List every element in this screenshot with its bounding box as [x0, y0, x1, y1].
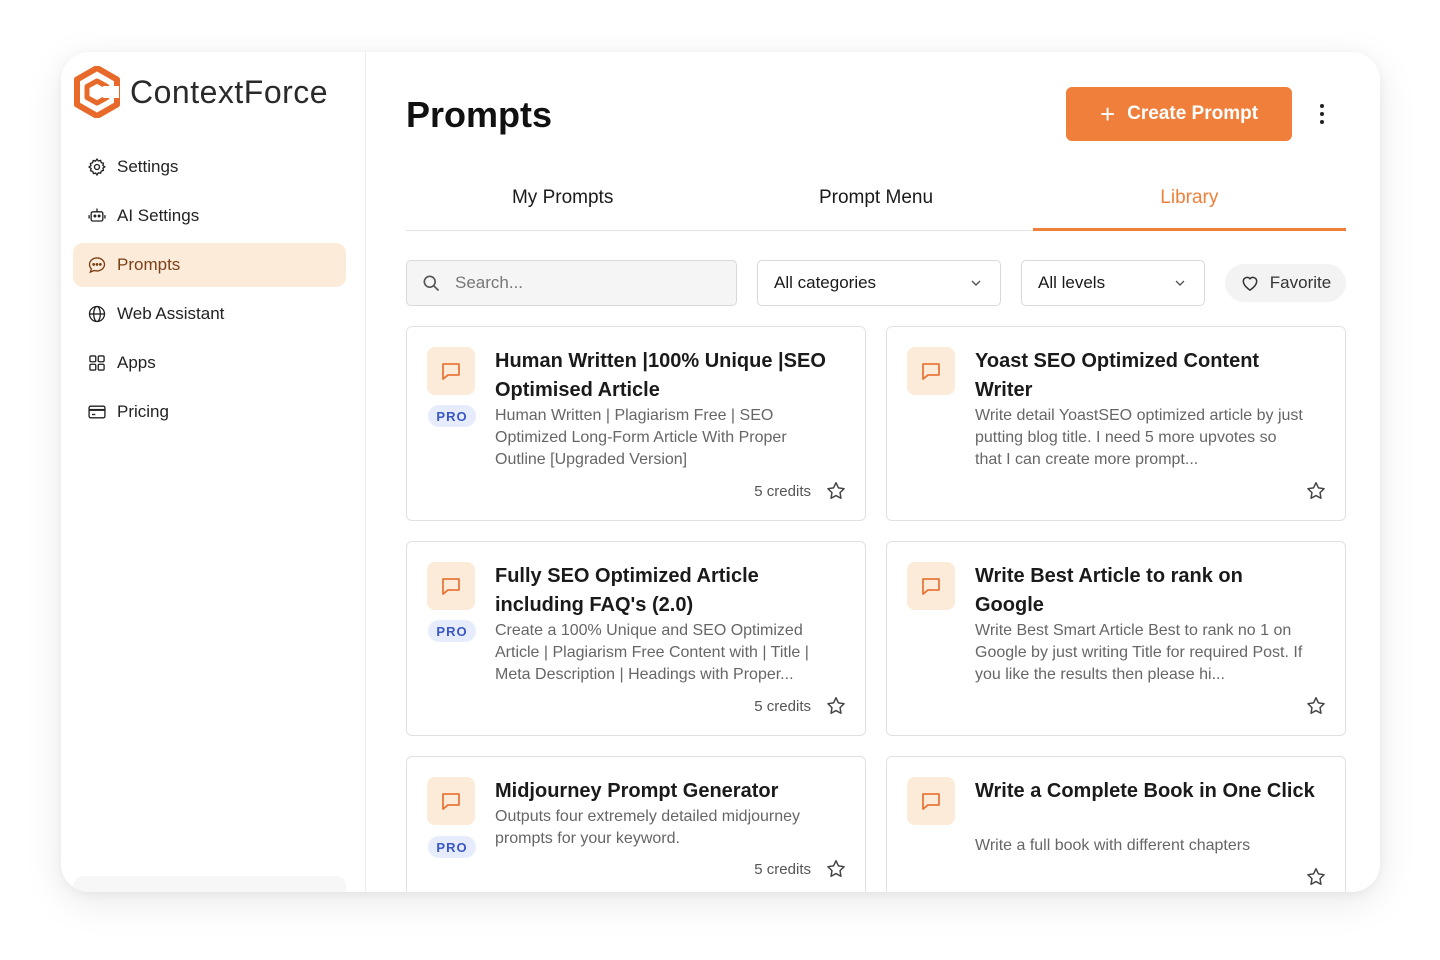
prompt-chat-icon	[427, 347, 475, 395]
contextforce-logo-icon	[74, 66, 120, 118]
grid-icon	[87, 353, 107, 373]
star-icon[interactable]	[1305, 866, 1327, 888]
sidebar-item-ai-settings[interactable]: AI Settings	[73, 194, 346, 238]
credits-label: 5 credits	[754, 861, 811, 878]
level-select[interactable]: All levels	[1021, 260, 1205, 306]
credit-card-icon	[87, 402, 107, 422]
main-content: Prompts + Create Prompt My Prompts Promp…	[366, 52, 1380, 892]
prompt-card[interactable]: Write Best Article to rank on Google Wri…	[886, 541, 1346, 736]
pro-badge: PRO	[428, 405, 476, 427]
sidebar-nav: Settings AI Settings Prompts Web Assista…	[73, 145, 346, 439]
more-vertical-icon[interactable]	[1310, 100, 1334, 128]
prompt-chat-icon	[907, 347, 955, 395]
sidebar-item-apps[interactable]: Apps	[73, 341, 346, 385]
robot-icon	[87, 206, 107, 226]
logo[interactable]: ContextForce	[73, 66, 328, 118]
prompt-card-title: Human Written |100% Unique |SEO Optimise…	[495, 350, 826, 401]
tab-my-prompts[interactable]: My Prompts	[406, 174, 719, 230]
category-select[interactable]: All categories	[757, 260, 1001, 306]
prompt-card-description: Write Best Smart Article Best to rank no…	[975, 622, 1303, 683]
page-title: Prompts	[406, 94, 553, 135]
gear-icon	[87, 157, 107, 177]
prompt-card-description: Create a 100% Unique and SEO Optimized A…	[495, 622, 809, 683]
sidebar-item-prompts[interactable]: Prompts	[73, 243, 346, 287]
logo-text-bold: Context	[130, 73, 244, 110]
plus-icon: +	[1099, 99, 1116, 129]
pro-badge: PRO	[428, 620, 476, 642]
prompt-card[interactable]: Write a Complete Book in One Click Write…	[886, 756, 1346, 892]
app-window: ContextForce Settings AI Settings Prompt…	[61, 52, 1380, 892]
prompt-chat-icon	[907, 777, 955, 825]
tab-library[interactable]: Library	[1032, 174, 1347, 231]
category-select-value: All categories	[774, 273, 877, 292]
prompt-card-title: Write Best Article to rank on Google	[975, 565, 1243, 616]
filter-bar: All categories All levels Favorite	[406, 260, 1346, 306]
sidebar-item-label: AI Settings	[117, 206, 200, 225]
pro-badge: PRO	[428, 836, 476, 858]
sidebar-item-label: Settings	[117, 157, 179, 176]
credits-label: 5 credits	[754, 483, 811, 500]
level-select-value: All levels	[1038, 273, 1106, 292]
prompt-card-title: Yoast SEO Optimized Content Writer	[975, 350, 1260, 401]
prompt-card-title: Midjourney Prompt Generator	[495, 780, 779, 802]
star-icon[interactable]	[1305, 480, 1327, 502]
favorite-filter-button[interactable]: Favorite	[1225, 264, 1346, 302]
search-box	[406, 260, 737, 306]
star-icon[interactable]	[825, 858, 847, 880]
globe-icon	[87, 304, 107, 324]
sidebar-item-label: Pricing	[117, 402, 169, 421]
sidebar-item-settings[interactable]: Settings	[73, 145, 346, 189]
star-icon[interactable]	[825, 480, 847, 502]
heart-icon	[1242, 276, 1258, 291]
prompt-card[interactable]: Yoast SEO Optimized Content Writer Write…	[886, 326, 1346, 521]
chat-bubble-icon	[87, 255, 107, 275]
search-icon	[423, 275, 440, 292]
prompt-card-description: Write detail YoastSEO optimized article …	[975, 407, 1303, 468]
chevron-down-icon	[1175, 280, 1185, 286]
credits-label: 5 credits	[754, 698, 811, 715]
prompt-chat-icon	[907, 562, 955, 610]
prompt-card-title: Write a Complete Book in One Click	[975, 780, 1315, 802]
prompt-card-title: Fully SEO Optimized Article including FA…	[495, 565, 759, 616]
sidebar-item-pricing[interactable]: Pricing	[73, 390, 346, 434]
sidebar-footer	[73, 876, 346, 892]
prompt-card-description: Write a full book with different chapter…	[975, 837, 1251, 854]
tab-prompt-menu[interactable]: Prompt Menu	[719, 174, 1032, 230]
logo-text-light: Force	[243, 73, 329, 110]
chevron-down-icon	[971, 280, 981, 286]
star-icon[interactable]	[1305, 695, 1327, 717]
sidebar-item-label: Web Assistant	[117, 304, 225, 323]
prompt-chat-icon	[427, 777, 475, 825]
create-prompt-button[interactable]: + Create Prompt	[1066, 87, 1292, 141]
sidebar: ContextForce Settings AI Settings Prompt…	[61, 52, 366, 892]
create-prompt-label: Create Prompt	[1127, 103, 1259, 124]
favorite-label: Favorite	[1269, 273, 1332, 292]
search-input[interactable]	[455, 273, 705, 293]
star-icon[interactable]	[825, 695, 847, 717]
prompt-card-description: Outputs four extremely detailed midjourn…	[495, 808, 801, 847]
sidebar-item-label: Apps	[117, 353, 156, 372]
prompt-card-description: Human Written | Plagiarism Free | SEO Op…	[495, 407, 787, 468]
sidebar-item-web-assistant[interactable]: Web Assistant	[73, 292, 346, 336]
tab-bar: My Prompts Prompt Menu Library	[406, 174, 1347, 231]
sidebar-item-label: Prompts	[117, 255, 181, 274]
prompt-card[interactable]: PRO Human Written |100% Unique |SEO Opti…	[406, 326, 866, 521]
logo-text: ContextForce	[130, 74, 328, 111]
prompt-card[interactable]: PRO Midjourney Prompt Generator Outputs …	[406, 756, 866, 892]
prompt-card[interactable]: PRO Fully SEO Optimized Article includin…	[406, 541, 866, 736]
prompt-chat-icon	[427, 562, 475, 610]
